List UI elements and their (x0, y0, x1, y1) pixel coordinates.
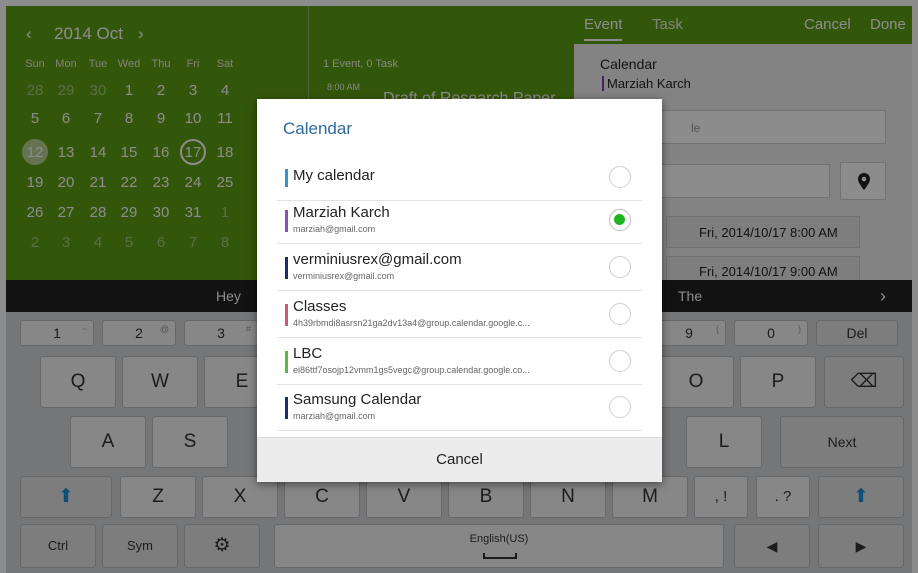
calendar-color-bar (285, 210, 288, 232)
calendar-option-radio[interactable] (609, 209, 631, 231)
calendar-color-bar (285, 169, 288, 187)
calendar-option[interactable]: Classes 4h39rbmdi8asrsn21ga2dv13a4@group.… (277, 292, 642, 338)
calendar-option[interactable]: My calendar (277, 155, 642, 201)
calendar-option-name: LBC (293, 345, 323, 362)
calendar-option-radio[interactable] (609, 396, 631, 418)
calendar-option-radio[interactable] (609, 303, 631, 325)
calendar-option-name: My calendar (293, 167, 375, 184)
calendar-option[interactable]: LBC ei86ttf7osojp12vmm1gs5vegc@group.cale… (277, 339, 642, 385)
calendar-option-account: verminiusrex@gmail.com (293, 271, 395, 281)
calendar-option-name: verminiusrex@gmail.com (293, 251, 462, 268)
dialog-title: Calendar (283, 119, 352, 138)
calendar-option[interactable]: Marziah Karch marziah@gmail.com (277, 198, 642, 244)
calendar-option-name: Marziah Karch (293, 204, 390, 221)
dialog-cancel-button[interactable]: Cancel (257, 437, 662, 482)
calendar-option-radio[interactable] (609, 256, 631, 278)
calendar-color-bar (285, 304, 288, 326)
calendar-option-radio[interactable] (609, 350, 631, 372)
calendar-option-account: marziah@gmail.com (293, 411, 376, 421)
calendar-option[interactable]: verminiusrex@gmail.com verminiusrex@gmail… (277, 245, 642, 291)
calendar-option-account: marziah@gmail.com (293, 224, 376, 234)
calendar-option-name: Classes (293, 298, 347, 315)
calendar-option-account: 4h39rbmdi8asrsn21ga2dv13a4@group.calenda… (293, 318, 530, 328)
calendar-color-bar (285, 257, 288, 279)
calendar-option-radio[interactable] (609, 166, 631, 188)
calendar-color-bar (285, 351, 288, 373)
calendar-option-name: Samsung Calendar (293, 391, 422, 408)
calendar-color-bar (285, 397, 288, 419)
calendar-picker-dialog: Calendar Cancel My calendar Marziah Karch… (257, 99, 662, 482)
calendar-option[interactable]: Samsung Calendar marziah@gmail.com (277, 385, 642, 431)
calendar-option-account: ei86ttf7osojp12vmm1gs5vegc@group.calenda… (293, 365, 530, 375)
